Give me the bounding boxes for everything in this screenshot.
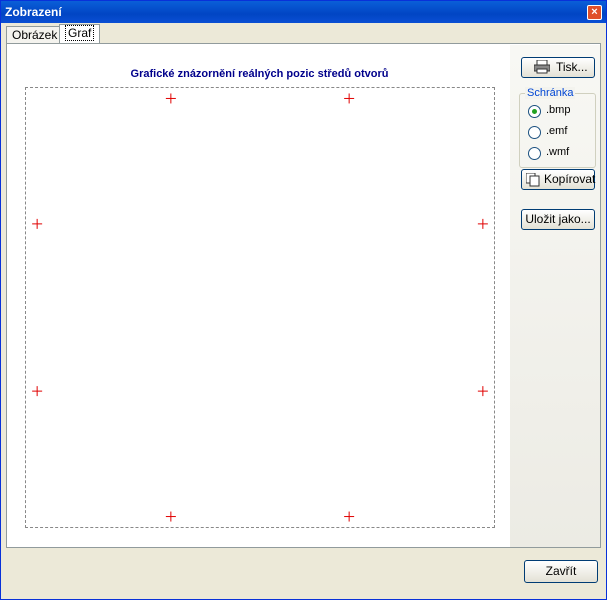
close-button[interactable]: Zavřít (524, 560, 598, 583)
hole-center-marker (344, 511, 355, 522)
copy-icon (525, 172, 540, 193)
hole-center-marker (165, 511, 176, 522)
print-button[interactable]: Tisk... (521, 57, 595, 78)
tab-graf[interactable]: Graf (59, 24, 101, 44)
save-as-label: Uložit jako... (525, 212, 591, 226)
copy-button[interactable]: Kopírovat (521, 169, 595, 190)
clipboard-label: Schránka (525, 87, 576, 99)
hole-center-marker (344, 93, 355, 104)
radio-label: .wmf (546, 146, 570, 158)
window-title: Zobrazení (5, 5, 62, 19)
radio-dot[interactable] (528, 126, 541, 139)
radio-label: .emf (546, 125, 568, 137)
tab-obrazek[interactable]: Obrázek (6, 26, 61, 44)
print-label: Tisk... (556, 60, 588, 74)
hole-center-marker (477, 386, 488, 397)
save-as-button[interactable]: Uložit jako... (521, 209, 595, 230)
plot-area (25, 87, 495, 528)
radio-dot[interactable] (528, 147, 541, 160)
printer-icon (533, 59, 551, 80)
tab-panel: Grafické znázornění reálných pozic střed… (6, 43, 601, 548)
radio-dot[interactable] (528, 105, 541, 118)
radio-label: .bmp (546, 104, 571, 116)
graph-title: Grafické znázornění reálných pozic střed… (130, 68, 389, 80)
close-icon[interactable]: × (587, 5, 602, 20)
tab-label: Graf (65, 25, 95, 41)
hole-center-marker (165, 93, 176, 104)
title-bar[interactable]: Zobrazení × (1, 1, 606, 23)
tab-label: Obrázek (12, 28, 58, 42)
hole-center-marker (477, 218, 488, 229)
copy-label: Kopírovat (544, 172, 596, 186)
chart-svg (32, 93, 488, 522)
hole-center-marker (32, 386, 43, 397)
dialog-window: Zobrazení × Obrázek Graf Grafické znázor… (0, 0, 607, 600)
hole-center-marker (32, 218, 43, 229)
close-label: Zavřít (545, 564, 577, 578)
